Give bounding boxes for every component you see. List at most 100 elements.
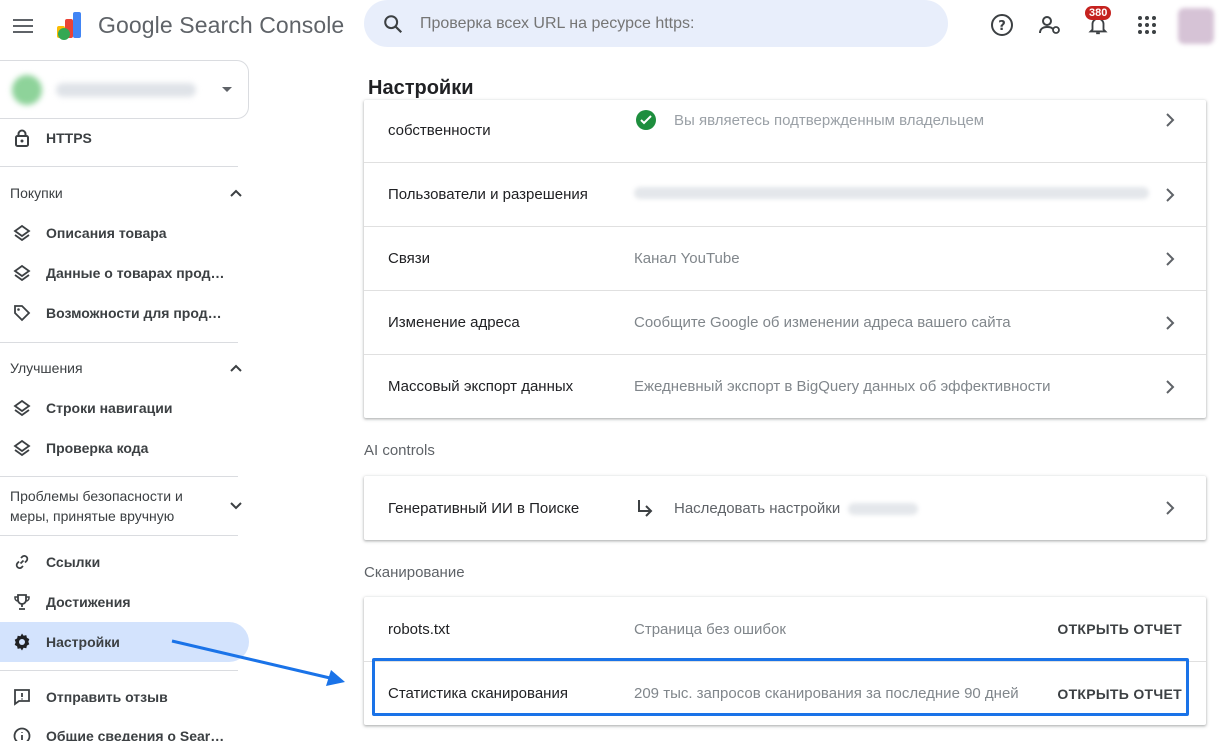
subdirectory-arrow-icon [636, 498, 654, 523]
settings-row-associations[interactable]: Связи Канал YouTube [364, 226, 1206, 290]
gear-icon [10, 630, 34, 654]
property-settings-card: собственности Вы являетесь подтвержденны… [364, 100, 1206, 418]
divider [0, 670, 238, 671]
divider [0, 476, 238, 477]
settings-row-crawl-stats: Статистика сканирования 209 тыс. запросо… [364, 661, 1206, 725]
sidebar-item-about[interactable]: Общие сведения о Sear… [0, 716, 249, 741]
row-value-redacted [848, 502, 918, 520]
app-title: Google Search Console [98, 11, 345, 38]
apps-grid-icon[interactable] [1134, 12, 1160, 38]
sidebar-item-shopping-opportunities[interactable]: Возможности для прод… [0, 293, 249, 333]
sidebar-item-merchant-listings[interactable]: Данные о товарах прод… [0, 253, 249, 293]
row-label: Изменение адреса [388, 314, 520, 331]
section-header-enhancements[interactable]: Улучшения [10, 360, 242, 376]
layers-icon [10, 261, 34, 285]
settings-row-robots-txt: robots.txt Страница без ошибок ОТКРЫТЬ О… [364, 597, 1206, 661]
row-label: Массовый экспорт данных [388, 378, 574, 395]
manage-users-icon[interactable] [1037, 12, 1063, 38]
property-favicon [12, 74, 42, 105]
row-value: Вы являетесь подтвержденным владельцем [674, 112, 985, 129]
sidebar-item-label: Общие сведения о Sear… [46, 728, 225, 741]
chevron-up-icon [230, 189, 242, 197]
chevron-right-icon [1166, 188, 1175, 202]
sidebar-item-label: Проверка кода [46, 440, 149, 456]
app-logo[interactable]: Google Search Console [54, 8, 344, 42]
sidebar-item-feedback[interactable]: Отправить отзыв [0, 677, 249, 717]
sidebar-item-label: HTTPS [46, 130, 92, 146]
url-inspection-search[interactable] [364, 0, 948, 47]
search-input[interactable] [420, 14, 840, 33]
settings-row-generative-ai[interactable]: Генеративный ИИ в Поиске Наследовать нас… [364, 476, 1206, 540]
sidebar-item-label: Ссылки [46, 554, 101, 570]
sidebar-item-links[interactable]: Ссылки [0, 542, 249, 582]
search-console-logo-icon [57, 12, 81, 40]
crawling-card: robots.txt Страница без ошибок ОТКРЫТЬ О… [364, 597, 1206, 725]
info-icon [10, 724, 34, 741]
sidebar-item-breadcrumbs[interactable]: Строки навигации [0, 388, 249, 428]
row-value: Канал YouTube [634, 250, 740, 267]
layers-icon [10, 436, 34, 460]
sidebar: HTTPS Покупки Описания товара Данные о т… [0, 52, 250, 741]
section-title: Улучшения [10, 360, 83, 376]
ai-controls-card: Генеративный ИИ в Поиске Наследовать нас… [364, 476, 1206, 540]
group-label-crawling: Сканирование [364, 564, 465, 581]
open-report-button[interactable]: ОТКРЫТЬ ОТЧЕТ [1057, 686, 1182, 702]
chevron-right-icon [1166, 113, 1175, 127]
trophy-icon [10, 590, 34, 614]
chevron-right-icon [1166, 316, 1175, 330]
row-label: robots.txt [388, 620, 450, 638]
row-label: Связи [388, 250, 431, 267]
row-label: Статистика сканирования [388, 685, 568, 702]
section-title-line2: меры, принятые вручную [10, 508, 175, 524]
menu-icon[interactable] [8, 11, 38, 41]
sidebar-item-https[interactable]: HTTPS [0, 118, 249, 158]
sidebar-item-product-snippets[interactable]: Описания товара [0, 213, 249, 253]
sidebar-item-label: Описания товара [46, 225, 167, 241]
verified-check-icon [636, 110, 656, 135]
row-label: Пользователи и разрешения [388, 186, 588, 203]
property-name-redacted [56, 82, 196, 97]
settings-row-ownership[interactable]: собственности Вы являетесь подтвержденны… [364, 100, 1206, 164]
account-avatar[interactable] [1178, 8, 1214, 44]
top-app-bar: Google Search Console ? 380 [0, 0, 1225, 52]
section-header-shopping[interactable]: Покупки [10, 185, 242, 201]
divider [0, 342, 238, 343]
chevron-up-icon [230, 364, 242, 372]
section-title-line1: Проблемы безопасности и [10, 488, 183, 504]
sidebar-item-code-check[interactable]: Проверка кода [0, 428, 249, 468]
sidebar-item-label: Достижения [46, 594, 131, 610]
row-label: Генеративный ИИ в Поиске [388, 499, 580, 517]
row-value: Ежедневный экспорт в BigQuery данных об … [634, 378, 1051, 395]
notifications-badge: 380 [1085, 6, 1112, 20]
page-title: Настройки [368, 77, 474, 99]
row-value: 209 тыс. запросов сканирования за послед… [634, 685, 1019, 702]
layers-icon [10, 221, 34, 245]
section-title: Проблемы безопасности и меры, принятые в… [10, 486, 183, 526]
lock-icon [10, 126, 34, 150]
chevron-right-icon [1166, 380, 1175, 394]
layers-icon [10, 396, 34, 420]
section-title: Покупки [10, 185, 63, 201]
divider [0, 535, 238, 536]
chevron-down-icon [230, 502, 242, 510]
sidebar-item-achievements[interactable]: Достижения [0, 582, 249, 622]
settings-row-users[interactable]: Пользователи и разрешения [364, 162, 1206, 226]
row-value: Страница без ошибок [634, 620, 786, 638]
search-icon [384, 14, 403, 33]
help-icon[interactable]: ? [989, 12, 1015, 38]
sidebar-item-label: Данные о товарах прод… [46, 265, 225, 281]
sidebar-item-settings[interactable]: Настройки [0, 622, 249, 662]
feedback-icon [10, 685, 34, 709]
sidebar-item-label: Строки навигации [46, 400, 173, 416]
row-value-redacted [634, 186, 1149, 203]
settings-row-change-address[interactable]: Изменение адреса Сообщите Google об изме… [364, 290, 1206, 354]
svg-text:?: ? [998, 19, 1006, 34]
row-label: собственности [388, 122, 491, 139]
property-selector[interactable] [0, 60, 249, 119]
open-report-button[interactable]: ОТКРЫТЬ ОТЧЕТ [1057, 621, 1182, 637]
group-label-ai-controls: AI controls [364, 442, 435, 459]
sidebar-item-label: Отправить отзыв [46, 689, 168, 705]
section-header-security[interactable]: Проблемы безопасности и меры, принятые в… [10, 486, 242, 526]
settings-row-bulk-export[interactable]: Массовый экспорт данных Ежедневный экспо… [364, 354, 1206, 418]
chevron-right-icon [1166, 252, 1175, 266]
